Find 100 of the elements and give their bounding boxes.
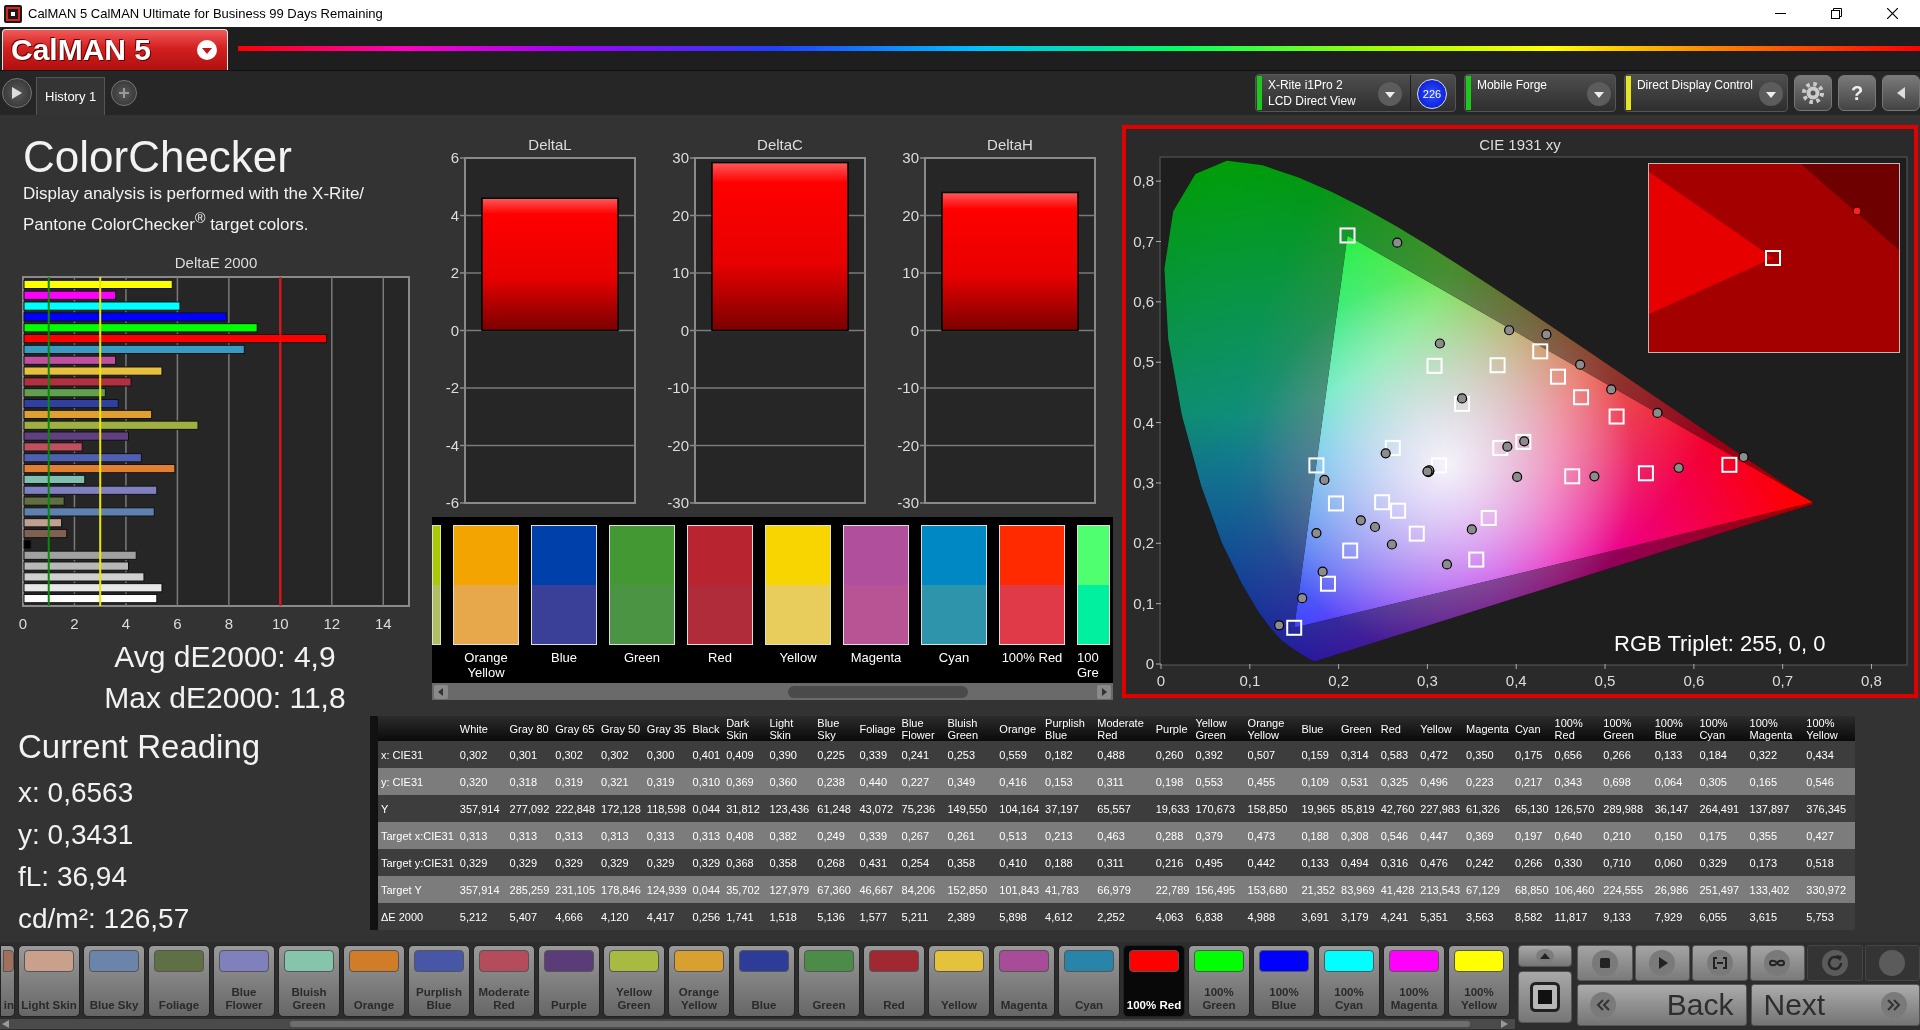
table-cell: 21,352	[1298, 876, 1339, 903]
device-selector[interactable]: Direct Display Control	[1623, 74, 1788, 112]
table-cell: 0,253	[944, 741, 997, 768]
patch-button[interactable]: Purplish Blue	[408, 945, 470, 1017]
table-cell: 104,164	[996, 795, 1043, 822]
patch-button[interactable]: 100% Blue	[1253, 945, 1315, 1017]
table-cell: 65,557	[1094, 795, 1153, 822]
bracket-button[interactable]	[1692, 945, 1748, 981]
table-cell: 170,673	[1192, 795, 1245, 822]
table-cell: 0,710	[1600, 849, 1652, 876]
horizontal-scrollbar[interactable]	[0, 1019, 1515, 1029]
column-header: 100% Cyan	[1696, 716, 1747, 741]
table-cell: 0,308	[1338, 822, 1378, 849]
axis-tick-label: -2	[445, 379, 459, 396]
app-menu-button[interactable]: CalMAN 5	[2, 29, 228, 70]
patch-label: Magenta	[850, 650, 902, 665]
patch-label: Green	[623, 650, 661, 665]
axis-tick-label: 0	[1145, 655, 1154, 672]
infinity-icon	[1764, 950, 1791, 976]
scroll-left-icon[interactable]	[434, 684, 448, 699]
patch-button[interactable]: Green	[798, 945, 860, 1017]
scroll-up-button[interactable]	[1518, 945, 1572, 967]
scroll-right-icon[interactable]	[1097, 684, 1111, 699]
axis-tick-label: 0,2	[1133, 534, 1154, 552]
table-cell: 231,105	[552, 876, 599, 903]
patch-button[interactable]: Orange Yellow	[668, 945, 730, 1017]
patch-button[interactable]: Purple	[538, 945, 600, 1017]
patch-button[interactable]: Blue Sky	[83, 945, 145, 1017]
target-marker	[1374, 494, 1391, 511]
patch-button[interactable]: 100% Cyan	[1318, 945, 1380, 1017]
table-cell: 7,929	[1651, 903, 1697, 930]
table-cell: 0,313	[506, 822, 553, 849]
patch-button[interactable]: Yellow Green	[603, 945, 665, 1017]
data-point	[1274, 620, 1285, 631]
axis-tick-label: 20	[902, 206, 919, 224]
add-tab-button[interactable]	[111, 80, 138, 106]
axis-tick-label: -6	[445, 494, 459, 511]
data-point	[1466, 524, 1477, 535]
patch-button[interactable]: Moderate Red	[473, 945, 535, 1017]
target-marker	[1637, 465, 1654, 482]
table-cell: 152,850	[944, 876, 997, 903]
table-cell: 0,313	[598, 822, 644, 849]
table-cell: 4,120	[598, 903, 644, 930]
axis-tick-label: -10	[897, 379, 919, 396]
table-cell: 277,092	[506, 795, 553, 822]
table-cell: 0,330	[1551, 849, 1601, 876]
infinity-button[interactable]	[1749, 945, 1805, 981]
patch-button[interactable]: Blue	[733, 945, 795, 1017]
table-cell: 0,267	[898, 822, 945, 849]
table-cell: 1,518	[766, 903, 815, 930]
axis-tick-label: 0,2	[1328, 672, 1350, 689]
play-button[interactable]	[2, 78, 32, 108]
table-cell: 0,109	[1298, 768, 1339, 795]
table-cell: 61,248	[814, 795, 857, 822]
data-point	[1392, 237, 1403, 248]
patch-button[interactable]: Orange	[343, 945, 405, 1017]
patch-button[interactable]: in	[0, 945, 15, 1017]
scrollbar-thumb[interactable]	[788, 685, 968, 698]
play-button[interactable]	[1634, 945, 1690, 981]
axis-tick-label: 0,6	[1683, 672, 1705, 689]
table-cell: 0,339	[856, 741, 899, 768]
patch-button[interactable]: Foliage	[148, 945, 210, 1017]
patch-button[interactable]: Blue Flower	[213, 945, 275, 1017]
patch-button[interactable]: Cyan	[1058, 945, 1120, 1017]
tab[interactable]: History 1	[36, 77, 106, 115]
table-cell: 0,268	[814, 849, 857, 876]
table-cell: 0,559	[996, 741, 1043, 768]
patch-button[interactable]: 100% Green	[1188, 945, 1250, 1017]
stop-button[interactable]	[1518, 971, 1572, 1023]
collapse-button[interactable]	[1882, 75, 1920, 111]
table-cell: 222,848	[552, 795, 599, 822]
axis-tick-label: -20	[667, 436, 689, 454]
back-button[interactable]: Back	[1577, 984, 1747, 1026]
patch-button[interactable]: Magenta	[993, 945, 1055, 1017]
help-button[interactable]: ?	[1838, 75, 1876, 111]
scrollbar-thumb[interactable]	[290, 1021, 1470, 1027]
device-selector[interactable]: Mobile Forge	[1463, 74, 1616, 112]
stop-icon	[1591, 950, 1618, 976]
scroll-right-icon[interactable]	[1500, 1020, 1508, 1028]
table-cell: 66,979	[1094, 876, 1153, 903]
patch-button[interactable]: Light Skin	[18, 945, 80, 1017]
patch-button[interactable]: 100% Yellow	[1448, 945, 1510, 1017]
table-cell: 19,633	[1152, 795, 1193, 822]
table-cell: 0,431	[856, 849, 899, 876]
patch-button[interactable]: Yellow	[928, 945, 990, 1017]
device-selector[interactable]: X-Rite i1Pro 2 LCD Direct View 226	[1254, 74, 1456, 112]
panel-title: ColorChecker	[23, 132, 292, 182]
patch-button[interactable]: Bluish Green	[278, 945, 340, 1017]
settings-button[interactable]	[1794, 75, 1832, 111]
table-cell: 0,321	[598, 768, 644, 795]
next-button[interactable]: Next	[1750, 984, 1920, 1026]
patch-button[interactable]: 100% Red	[1123, 945, 1185, 1017]
plus-icon	[119, 88, 130, 98]
column-header: Cyan	[1511, 716, 1552, 741]
patch-button[interactable]: Red	[863, 945, 925, 1017]
patch-button[interactable]: 100% Magenta	[1383, 945, 1445, 1017]
scroll-left-icon[interactable]	[2, 1020, 10, 1028]
stop-button[interactable]	[1577, 945, 1633, 981]
table-cell: 0,175	[1696, 822, 1747, 849]
horizontal-scrollbar[interactable]	[432, 683, 1113, 700]
